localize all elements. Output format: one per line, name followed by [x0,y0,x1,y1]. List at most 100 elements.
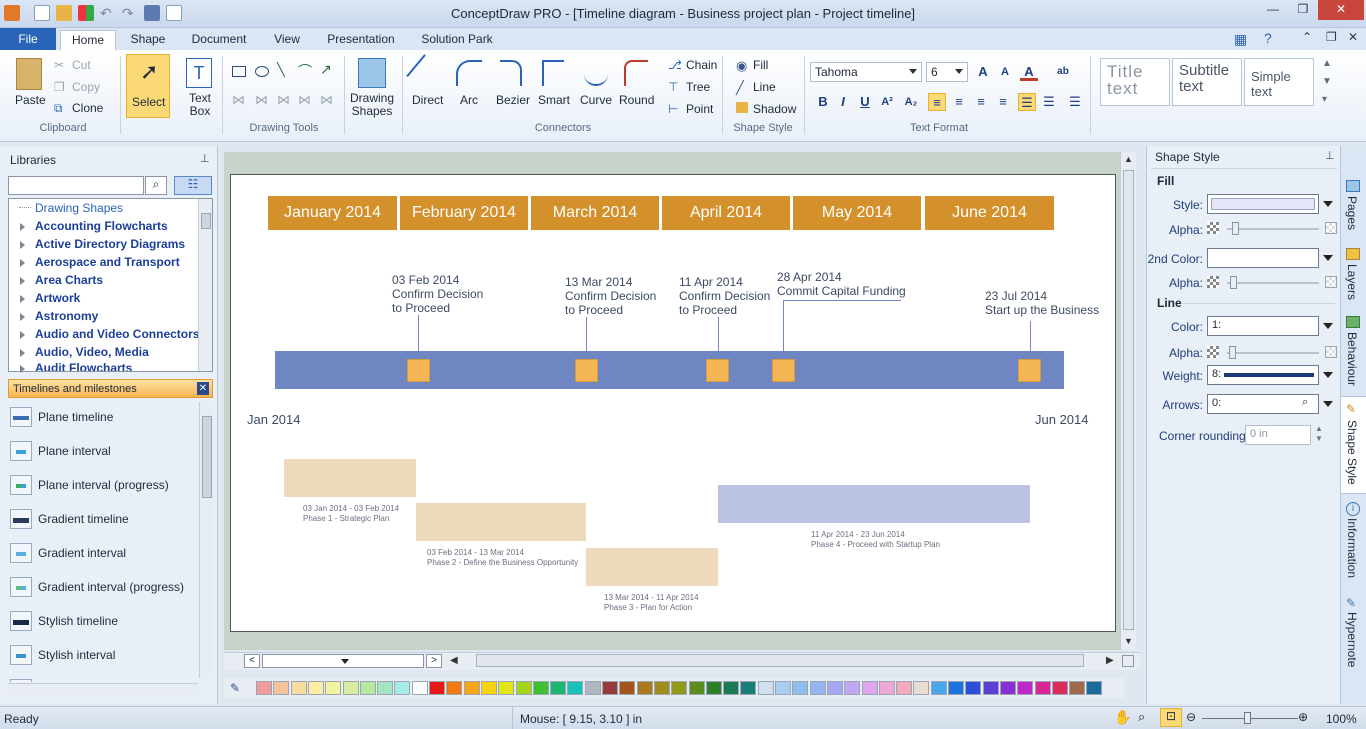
dropdown-arrow-icon[interactable] [1323,372,1333,378]
ellipse-tool-icon[interactable] [255,66,269,77]
color-swatch[interactable] [619,681,636,695]
color-swatch[interactable] [602,681,618,695]
library-shape-partial[interactable] [8,674,198,682]
connector-direct-button[interactable]: Direct [412,93,443,107]
milestone-label[interactable]: 11 Apr 2014 Confirm Decision to Proceed [679,275,770,317]
tab-presentation[interactable]: Presentation [320,30,402,50]
library-shape-stylish-interval[interactable]: Stylish interval [8,640,198,670]
polygon-tool-icon[interactable]: ⋈ [320,92,333,108]
copy-button[interactable]: Copy [72,80,100,94]
style-subtitle-text[interactable]: Subtitle text [1172,58,1242,106]
color-swatch[interactable] [325,681,342,695]
tab-solution-park[interactable]: Solution Park [412,30,502,50]
color-swatch[interactable] [550,681,567,695]
drawing-shapes-icon[interactable] [358,58,386,88]
zoom-slider-knob[interactable] [1244,712,1251,724]
zoom-tool-icon[interactable]: ⌕ [1138,709,1145,725]
scroll-up-icon[interactable]: ▲ [1124,154,1133,164]
color-swatch[interactable] [1086,681,1103,695]
library-item[interactable]: Area Charts [35,273,103,287]
expand-icon[interactable] [20,349,25,357]
phase-interval[interactable] [284,459,416,497]
library-view-icon[interactable]: ☷ [174,176,212,195]
font-size-select[interactable]: 6 [926,62,968,82]
color-swatch[interactable] [671,681,688,695]
tab-shape[interactable]: Shape [120,30,176,50]
library-shape-plane-timeline[interactable]: Plane timeline [8,402,198,432]
month-june[interactable]: June 2014 [925,196,1054,230]
color-swatch[interactable] [705,681,722,695]
milestone-marker[interactable] [772,359,795,382]
color-swatch[interactable] [792,681,809,695]
chain-button[interactable]: Chain [686,58,717,72]
color-swatch[interactable] [411,681,428,695]
color-swatch[interactable] [498,681,515,695]
color-swatch[interactable] [948,681,964,695]
select-button[interactable]: ➚ Select [126,54,170,118]
zoom-in-icon[interactable]: ⊕ [1298,710,1308,724]
bezier-tool-icon[interactable]: ⋈ [277,92,290,108]
month-march[interactable]: March 2014 [531,196,659,230]
library-horizontal-scrollbar[interactable] [8,683,198,697]
dropdown-arrow-icon[interactable] [1323,201,1333,207]
text-box-icon[interactable]: T [186,58,212,88]
library-item[interactable]: Aerospace and Transport [35,255,180,269]
shadow-button[interactable]: Shadow [753,102,796,116]
bezier-connector-icon[interactable] [500,60,522,86]
underline-icon[interactable]: U [856,93,874,111]
color-swatch[interactable] [723,681,740,695]
slider-knob[interactable] [1230,276,1237,289]
color-swatch[interactable] [965,681,982,695]
gallery-down-icon[interactable]: ▼ [1322,76,1332,87]
pin-icon[interactable]: ⊥ [200,152,210,165]
color-swatch[interactable] [982,681,999,695]
page-select[interactable] [262,654,424,668]
color-swatch[interactable] [913,681,930,695]
close-library-icon[interactable]: ✕ [197,382,209,395]
color-swatch[interactable] [775,681,791,695]
month-february[interactable]: February 2014 [400,196,528,230]
shadow-icon[interactable] [736,102,748,113]
tree-icon[interactable]: ⊤ [668,80,678,94]
tab-behaviour[interactable]: Behaviour [1345,332,1359,386]
spin-down-icon[interactable]: ▼ [1315,434,1323,443]
round-connector-icon[interactable] [624,60,648,86]
color-swatch[interactable] [844,681,861,695]
shrink-font-icon[interactable]: A [996,63,1014,81]
color-swatch[interactable] [878,681,895,695]
color-swatch[interactable] [584,681,601,695]
freehand-tool-icon[interactable]: ⋈ [232,92,245,108]
polyline-tool-icon[interactable]: ↗ [320,61,332,78]
month-april[interactable]: April 2014 [662,196,790,230]
superscript-icon[interactable]: A² [878,93,896,111]
align-middle-icon[interactable]: ☰ [1040,93,1058,111]
phase-interval[interactable] [718,485,1030,523]
font-family-select[interactable]: Tahoma [810,62,922,82]
italic-icon[interactable]: I [834,93,852,111]
library-item[interactable]: Accounting Flowcharts [35,219,168,233]
doc-close-icon[interactable]: ✕ [1348,30,1358,44]
library-item[interactable]: Astronomy [35,309,98,323]
color-swatch[interactable] [446,681,463,695]
dropdown-arrow-icon[interactable] [1323,255,1333,261]
library-item[interactable]: Drawing Shapes [35,201,123,215]
corner-rounding-input[interactable]: 0 in [1245,425,1311,445]
library-item[interactable]: Audio, Video, Media [35,345,149,359]
arc-connector-icon[interactable] [456,60,482,86]
dropdown-arrow-icon[interactable] [1323,323,1333,329]
phase-label[interactable]: 13 Mar 2014 - 11 Apr 2014 Phase 3 - Plan … [604,593,699,613]
library-tree-scrollbar[interactable] [198,199,212,371]
drawing-shapes-button[interactable]: Drawing Shapes [350,92,394,118]
color-swatch[interactable] [429,681,445,695]
color-swatch[interactable] [394,681,411,695]
timeline-start-label[interactable]: Jan 2014 [247,412,301,427]
color-swatch[interactable] [532,681,549,695]
restore-icon[interactable]: ❐ [1326,30,1337,44]
color-swatch[interactable] [1034,681,1051,695]
library-shape-stylish-timeline[interactable]: Stylish timeline [8,606,198,636]
fill-style-select[interactable] [1207,194,1319,214]
minimize-button[interactable]: — [1258,0,1288,20]
color-swatch[interactable] [1051,681,1068,695]
color-swatch[interactable] [1017,681,1034,695]
color-swatch[interactable] [342,681,359,695]
